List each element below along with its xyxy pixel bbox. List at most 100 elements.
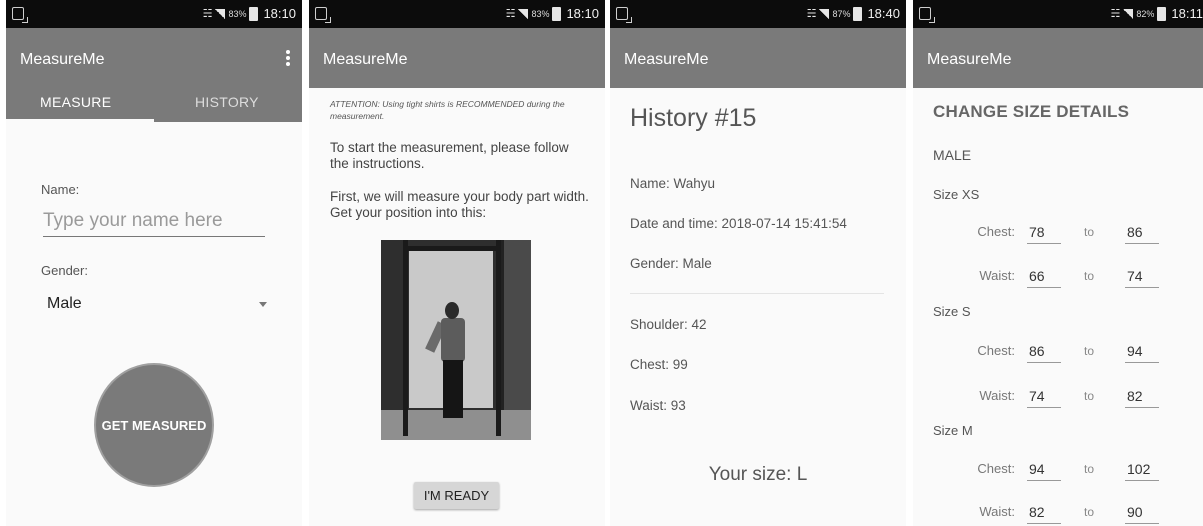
name-label: Name: — [41, 182, 80, 197]
battery-icon — [249, 6, 259, 21]
waist-max-input[interactable] — [1125, 264, 1159, 288]
status-bar: ☵ 82% 18:11 — [913, 0, 1203, 28]
signal-icon — [1123, 8, 1134, 19]
chest-max-input[interactable] — [1125, 339, 1159, 363]
size-m-chest-row: Chest: to — [913, 457, 1203, 481]
app-bar: MeasureMe — [913, 28, 1203, 88]
chest-label: Chest: — [977, 461, 1015, 476]
overflow-menu-icon[interactable] — [286, 50, 290, 66]
history-waist: Waist: 93 — [630, 398, 686, 413]
tab-history[interactable]: HISTORY — [195, 94, 259, 110]
battery-percent: 83% — [531, 8, 550, 19]
pose-example-photo — [381, 240, 531, 440]
wifi-icon: ☵ — [806, 8, 817, 20]
name-input[interactable] — [43, 205, 265, 237]
wifi-icon: ☵ — [505, 8, 516, 20]
tab-indicator — [6, 119, 154, 122]
chest-label: Chest: — [977, 224, 1015, 239]
history-detail-screen: ☵ 87% 18:40 MeasureMe History #15 Name: … — [610, 0, 906, 526]
to-label: to — [1084, 269, 1095, 283]
to-label: to — [1084, 462, 1095, 476]
clock: 18:10 — [566, 6, 599, 21]
battery-icon — [853, 6, 863, 21]
notification-app-icon — [919, 7, 935, 23]
size-xs-chest-row: Chest: to — [913, 220, 1203, 244]
history-name: Name: Wahyu — [630, 176, 716, 191]
divider — [630, 293, 884, 294]
app-bar: MeasureMe — [610, 28, 906, 88]
size-xs-label: Size XS — [933, 187, 980, 202]
waist-min-input[interactable] — [1027, 500, 1061, 524]
gender-label: Gender: — [41, 263, 88, 278]
signal-icon — [518, 8, 529, 19]
signal-icon — [215, 8, 226, 19]
size-m-label: Size M — [933, 423, 973, 438]
app-bar: MeasureMe — [309, 28, 605, 88]
waist-label: Waist: — [979, 388, 1015, 403]
status-bar: ☵ 87% 18:40 — [610, 0, 906, 28]
history-shoulder: Shoulder: 42 — [630, 317, 707, 332]
status-bar: ☵ 83% 18:10 — [6, 0, 302, 28]
waist-min-input[interactable] — [1027, 264, 1061, 288]
attention-note: ATTENTION: Using tight shirts is RECOMME… — [330, 99, 565, 121]
get-measured-button[interactable]: GET MEASURED — [94, 363, 214, 487]
battery-percent: 83% — [228, 8, 247, 19]
history-gender: Gender: Male — [630, 256, 712, 271]
instruction-screen: ☵ 83% 18:10 MeasureMe ATTENTION: Using t… — [309, 0, 605, 526]
size-s-label: Size S — [933, 304, 971, 319]
im-ready-button[interactable]: I'M READY — [414, 482, 499, 509]
instruction-text-1: To start the measurement, please follow … — [330, 140, 569, 171]
to-label: to — [1084, 344, 1095, 358]
chest-label: Chest: — [977, 343, 1015, 358]
instruction-text-2: First, we will measure your body part wi… — [330, 189, 589, 220]
to-label: to — [1084, 225, 1095, 239]
to-label: to — [1084, 389, 1095, 403]
size-s-waist-row: Waist: to — [913, 384, 1203, 408]
history-title: History #15 — [630, 104, 757, 132]
battery-icon — [1157, 6, 1167, 21]
app-title: MeasureMe — [20, 51, 105, 68]
gender-dropdown[interactable]: Male — [43, 288, 269, 320]
size-s-chest-row: Chest: to — [913, 339, 1203, 363]
battery-icon — [552, 6, 562, 21]
size-details-screen: ☵ 82% 18:11 MeasureMe CHANGE SIZE DETAIL… — [913, 0, 1203, 526]
status-bar: ☵ 83% 18:10 — [309, 0, 605, 28]
waist-label: Waist: — [979, 504, 1015, 519]
size-xs-waist-row: Waist: to — [913, 264, 1203, 288]
app-title: MeasureMe — [927, 51, 1012, 68]
chest-max-input[interactable] — [1125, 220, 1159, 244]
to-label: to — [1084, 505, 1095, 519]
sex-label: MALE — [933, 147, 972, 163]
waist-label: Waist: — [979, 268, 1015, 283]
clock: 18:40 — [867, 6, 900, 21]
chest-max-input[interactable] — [1125, 457, 1159, 481]
gender-value: Male — [47, 295, 82, 312]
app-title: MeasureMe — [624, 51, 709, 68]
waist-max-input[interactable] — [1125, 500, 1159, 524]
app-bar: MeasureMe MEASURE HISTORY — [6, 28, 302, 122]
history-chest: Chest: 99 — [630, 357, 688, 372]
notification-app-icon — [315, 7, 331, 23]
clock: 18:10 — [263, 6, 296, 21]
signal-icon — [819, 8, 830, 19]
chest-min-input[interactable] — [1027, 220, 1061, 244]
battery-percent: 87% — [832, 8, 851, 19]
waist-max-input[interactable] — [1125, 384, 1159, 408]
tab-measure[interactable]: MEASURE — [40, 94, 111, 110]
app-title: MeasureMe — [323, 51, 408, 68]
your-size-result: Your size: L — [708, 464, 808, 485]
notification-app-icon — [616, 7, 632, 23]
notification-app-icon — [12, 7, 28, 23]
chest-min-input[interactable] — [1027, 339, 1061, 363]
wifi-icon: ☵ — [202, 8, 213, 20]
size-details-header: CHANGE SIZE DETAILS — [933, 102, 1130, 121]
measure-screen: ☵ 83% 18:10 MeasureMe MEASURE HISTORY Na… — [6, 0, 302, 526]
history-datetime: Date and time: 2018-07-14 15:41:54 — [630, 216, 847, 231]
chest-min-input[interactable] — [1027, 457, 1061, 481]
size-m-waist-row: Waist: to — [913, 500, 1203, 524]
dropdown-arrow-icon — [259, 302, 267, 307]
waist-min-input[interactable] — [1027, 384, 1061, 408]
battery-percent: 82% — [1136, 8, 1155, 19]
wifi-icon: ☵ — [1110, 8, 1121, 20]
clock: 18:11 — [1171, 6, 1203, 21]
